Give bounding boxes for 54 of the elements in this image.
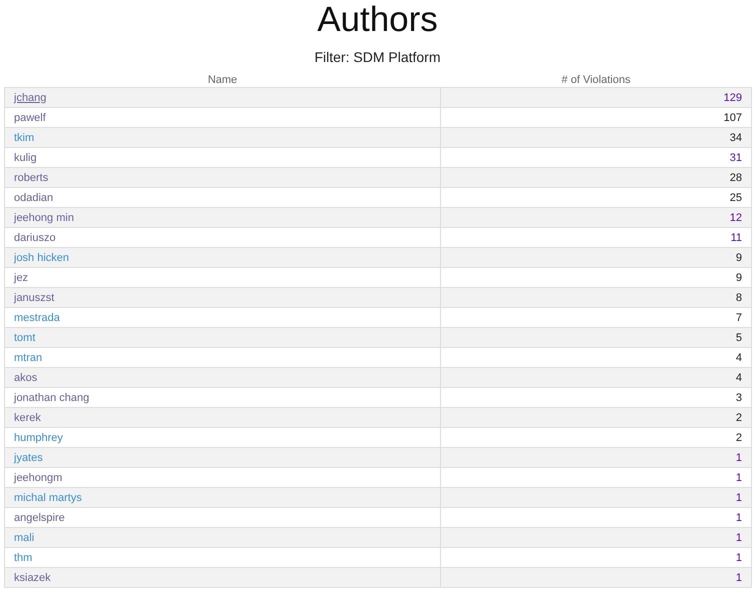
author-link[interactable]: jeehongm (14, 472, 62, 484)
author-link[interactable]: jeehong min (14, 212, 74, 224)
author-link[interactable]: jez (14, 272, 28, 284)
violation-count: 34 (730, 132, 742, 144)
author-link[interactable]: humphrey (14, 432, 63, 444)
violation-count: 31 (730, 152, 742, 164)
violation-count: 2 (736, 432, 742, 444)
violation-count: 1 (736, 532, 742, 544)
violation-count: 9 (736, 252, 742, 264)
violation-count: 1 (736, 492, 742, 504)
violation-count: 129 (724, 92, 742, 104)
violation-count: 107 (724, 112, 742, 124)
author-link[interactable]: jonathan chang (14, 392, 90, 404)
author-link[interactable]: mestrada (14, 312, 60, 324)
violation-count: 7 (736, 312, 742, 324)
author-link[interactable]: odadian (14, 192, 54, 204)
violation-count: 25 (730, 192, 742, 204)
violation-count: 1 (736, 552, 742, 564)
violation-count: 1 (736, 572, 742, 584)
violation-count: 9 (736, 272, 742, 284)
violation-count: 8 (736, 292, 742, 304)
violation-count: 12 (730, 212, 742, 224)
violation-count: 5 (736, 332, 742, 344)
page-title: Authors (317, 0, 438, 40)
violation-count: 28 (730, 172, 742, 184)
author-link[interactable]: josh hicken (14, 252, 70, 264)
author-link[interactable]: jyates (14, 452, 43, 464)
author-link[interactable]: michal martys (14, 492, 82, 504)
violation-count: 4 (736, 372, 742, 384)
violation-count: 2 (736, 412, 742, 424)
author-link[interactable]: mtran (14, 352, 42, 364)
author-link[interactable]: ksiazek (14, 572, 51, 584)
author-link[interactable]: angelspire (14, 512, 65, 524)
author-link[interactable]: tkim (14, 132, 34, 144)
column-header: # of Violations (440, 72, 752, 88)
filter-label: Filter: SDM Platform (314, 49, 440, 66)
violation-count: 4 (736, 352, 742, 364)
author-link[interactable]: jchang (14, 92, 46, 104)
author-link[interactable]: pawelf (14, 112, 46, 124)
violation-count: 3 (736, 392, 742, 404)
author-link[interactable]: kerek (14, 412, 41, 424)
author-link[interactable]: kulig (14, 152, 37, 164)
author-link[interactable]: thm (14, 552, 32, 564)
author-link[interactable]: mali (14, 532, 34, 544)
violation-count: 1 (736, 472, 742, 484)
violation-count: 11 (730, 232, 742, 244)
author-link[interactable]: roberts (14, 172, 48, 184)
author-link[interactable]: januszst (14, 292, 54, 304)
author-link[interactable]: akos (14, 372, 38, 384)
author-link[interactable]: tomt (14, 332, 36, 344)
violation-count: 1 (736, 452, 742, 464)
violation-count: 1 (736, 512, 742, 524)
author-link[interactable]: dariuszo (14, 232, 56, 244)
column-header: Name (4, 72, 440, 88)
